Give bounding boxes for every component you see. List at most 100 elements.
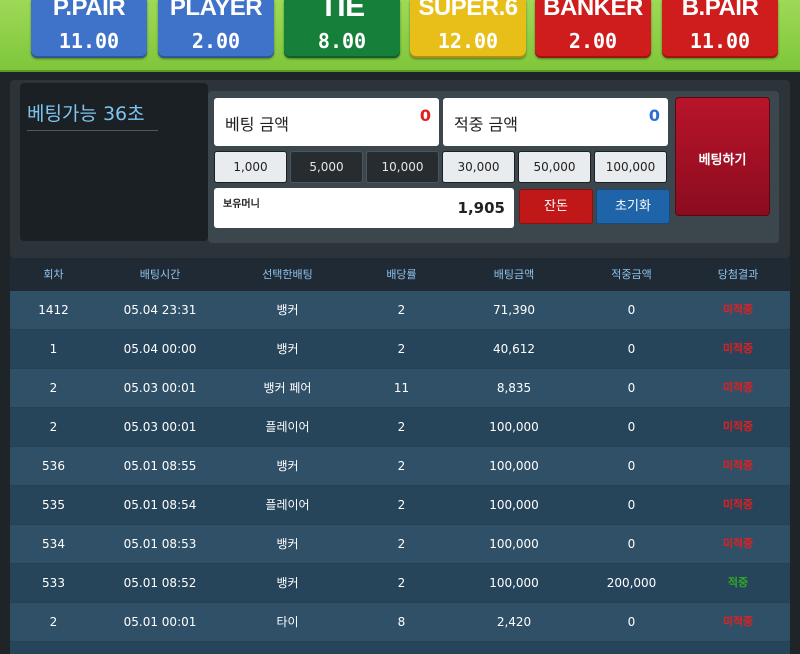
odds-cell: 2 (397, 342, 406, 356)
odds-cell: 2 (397, 303, 406, 317)
odds-cell: 2 (397, 576, 406, 590)
choice-cell: 뱅커 페어 (263, 381, 312, 395)
result-cell: 미적중 (722, 420, 754, 433)
round-cell: 534 (42, 537, 65, 551)
bet-player-pair-button[interactable]: P.PAIR 11.00 (31, 0, 147, 58)
table-row: 2 05.03 00:01 뱅커 페어 11 8,835 0 미적중 (10, 369, 790, 408)
round-cell: 2 (49, 381, 58, 395)
bet-banker-button[interactable]: BANKER 2.00 (535, 0, 651, 58)
column-header: 배당률 (386, 268, 417, 281)
hit-amount-value: 0 (648, 106, 660, 125)
betting-panel: 베팅가능 36초 베팅 금액 0 적중 금액 0 1,000 5,000 10,… (10, 80, 790, 258)
bet-option-odds: 2.00 (191, 29, 241, 53)
result-cell: 미적중 (722, 381, 754, 394)
odds-cell: 2 (397, 498, 406, 512)
bet-amount-cell: 100,000 (489, 576, 539, 590)
hit-amount-box: 적중 금액 0 (443, 98, 668, 146)
bet-amount-cell: 100,000 (489, 537, 539, 551)
choice-cell: 뱅커 (276, 459, 299, 473)
chip-button-50000[interactable]: 50,000 (518, 151, 591, 183)
bet-option-name: B.PAIR (681, 0, 759, 21)
chip-button-30000[interactable]: 30,000 (442, 151, 515, 183)
timer-box: 베팅가능 36초 (20, 83, 208, 241)
reset-button[interactable]: 초기화 (596, 189, 670, 224)
time-cell: 05.04 00:00 (123, 342, 197, 356)
table-header: 회차 배팅시간 선택한배팅 배당률 배팅금액 적중금액 당첨결과 (10, 258, 790, 291)
round-cell: 2 (49, 615, 58, 629)
bet-amount-label: 베팅 금액 (225, 115, 289, 134)
choice-cell: 뱅커 (276, 342, 299, 356)
bet-amount-cell: 8,835 (496, 381, 532, 395)
table-row: 535 05.01 08:54 플레이어 2 100,000 0 미적중 (10, 486, 790, 525)
win-amount-cell: 0 (627, 303, 636, 317)
win-amount-cell: 0 (627, 459, 636, 473)
money-label: 보유머니 (223, 199, 260, 210)
column-header: 적중금액 (611, 268, 652, 281)
table-row: 1 05.04 00:00 뱅커 2 40,612 0 미적중 (10, 330, 790, 369)
betting-timer: 베팅가능 36초 (27, 103, 145, 125)
bet-option-odds: 11.00 (689, 29, 751, 53)
bet-amount-cell: 100,000 (489, 498, 539, 512)
table-row: 533 05.01 08:52 뱅커 2 100,000 200,000 적중 (10, 564, 790, 603)
odds-cell: 2 (397, 537, 406, 551)
bet-tie-button[interactable]: TIE 8.00 (284, 0, 400, 58)
bet-option-name: P.PAIR (52, 0, 126, 21)
time-cell: 05.01 08:55 (123, 459, 197, 473)
bet-super6-button[interactable]: SUPER.6 12.00 (410, 0, 526, 58)
round-cell: 1 (49, 342, 58, 356)
round-cell: 2 (10, 642, 97, 654)
odds-cell: 11 (352, 642, 451, 654)
bet-options-bar: P.PAIR 11.00 PLAYER 2.00 TIE 8.00 SUPER.… (0, 0, 800, 72)
odds-cell: 2 (397, 420, 406, 434)
result-cell: 미적중 (722, 498, 754, 511)
round-cell: 1412 (38, 303, 69, 317)
money-box: 보유머니 1,905 (214, 188, 514, 228)
table-row: 2 05.01 00:01 타이 8 2,420 0 미적중 (10, 603, 790, 642)
odds-cell: 2 (397, 459, 406, 473)
bet-player-button[interactable]: PLAYER 2.00 (158, 0, 274, 58)
chip-button-5000[interactable]: 5,000 (290, 151, 363, 183)
round-cell: 533 (42, 576, 65, 590)
result-cell: 미적중 (722, 303, 754, 316)
win-amount-cell: 0 (627, 342, 636, 356)
place-bet-button[interactable]: 베팅하기 (675, 97, 770, 216)
bet-option-name: SUPER.6 (418, 0, 518, 21)
choice-cell: 뱅커 (276, 303, 299, 317)
result-cell: 미적중 (722, 615, 754, 628)
chip-button-100000[interactable]: 100,000 (594, 151, 667, 183)
chip-button-1000[interactable]: 1,000 (214, 151, 287, 183)
choice-cell: 타이 (276, 615, 299, 629)
win-amount-cell: 200,000 (606, 576, 657, 590)
column-header: 배팅시간 (139, 268, 181, 281)
change-button[interactable]: 잔돈 (519, 189, 593, 224)
time-cell: 05.03 00:01 (123, 381, 197, 395)
bet-amount-cell: 20,000 (451, 642, 577, 654)
bet-amount-cell: 2,420 (496, 615, 532, 629)
bet-amount-cell: 71,390 (493, 303, 535, 317)
timer-underline (27, 130, 158, 131)
table-row: 534 05.01 08:53 뱅커 2 100,000 0 미적중 (10, 525, 790, 564)
table-row: 2 05.03 00:01 플레이어 2 100,000 0 미적중 (10, 408, 790, 447)
table-row: 1412 05.04 23:31 뱅커 2 71,390 0 미적중 (10, 291, 790, 330)
bet-amount-cell: 100,000 (489, 420, 539, 434)
bet-banker-pair-button[interactable]: B.PAIR 11.00 (662, 0, 778, 58)
bet-amount-cell: 100,000 (489, 459, 539, 473)
bet-amount-box: 베팅 금액 0 (214, 98, 439, 146)
bet-controls: 베팅 금액 0 적중 금액 0 1,000 5,000 10,000 30,00… (208, 91, 779, 243)
result-cell: 미적중 (722, 537, 754, 550)
time-cell: 05.01 00:01 (123, 615, 197, 629)
choice-cell: 뱅커 (276, 576, 299, 590)
bet-amount-value: 0 (419, 106, 431, 125)
bet-option-name: PLAYER (169, 0, 263, 21)
chip-button-10000[interactable]: 10,000 (366, 151, 439, 183)
table-body: 1412 05.04 23:31 뱅커 2 71,390 0 미적중 1 05.04 00:00… (10, 291, 790, 654)
choice-cell: 플레이어 (265, 498, 310, 512)
win-amount-cell: 0 (627, 420, 636, 434)
bet-amount-cell: 40,612 (493, 342, 535, 356)
hit-amount-label: 적중 금액 (454, 115, 518, 134)
result-cell: 적중 (727, 576, 749, 589)
result-cell: 미적중 (686, 642, 790, 654)
win-amount-cell: 0 (577, 642, 686, 654)
bet-option-odds: 2.00 (568, 29, 618, 53)
column-header: 당첨결과 (717, 268, 759, 281)
